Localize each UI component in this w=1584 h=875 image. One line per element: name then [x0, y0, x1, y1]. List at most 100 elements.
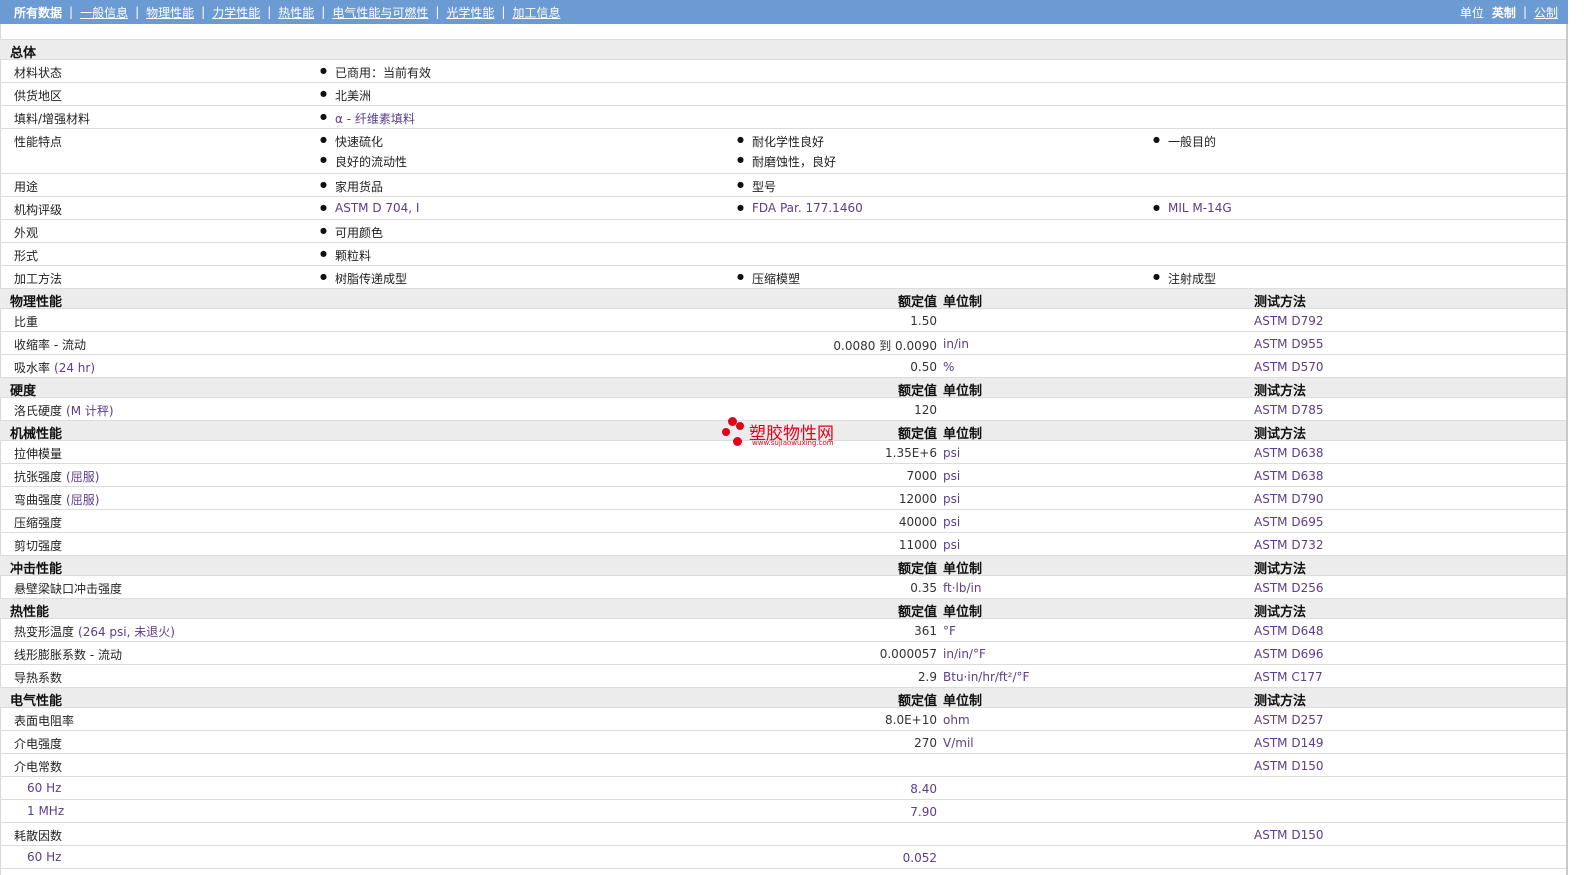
- column-header-nominal: 额定值: [897, 605, 937, 620]
- nav-general-info[interactable]: 一般信息: [80, 4, 128, 21]
- test-method-link[interactable]: ASTM D696: [1254, 647, 1323, 661]
- property-name: 表面电阻率: [14, 714, 75, 728]
- property-value: 0.0080 到 0.0090: [833, 339, 937, 353]
- property-value: 2.9: [917, 670, 937, 684]
- property-name: 热变形温度: [14, 625, 75, 639]
- test-method-link[interactable]: ASTM D790: [1254, 492, 1323, 506]
- property-label: 耗散因数: [14, 827, 62, 844]
- column-header-nominal: 额定值: [897, 427, 937, 442]
- property-name: 洛氏硬度: [14, 404, 63, 418]
- property-label: 吸水率 (24 hr): [14, 359, 95, 376]
- property-condition: (屈服): [66, 493, 100, 507]
- nav-mechanical[interactable]: 力学性能: [212, 4, 260, 21]
- bullet-link[interactable]: α - 纤维素填料: [320, 110, 415, 127]
- row-label: 外观: [14, 226, 39, 240]
- general-row-form: 形式 颗粒料: [0, 243, 1566, 266]
- nav-separator: |: [135, 5, 140, 19]
- test-method-link[interactable]: ASTM D256: [1254, 581, 1323, 595]
- nav-separator: |: [435, 5, 440, 19]
- row-label: 供货地区: [14, 89, 63, 103]
- nav-processing[interactable]: 加工信息: [512, 4, 560, 21]
- property-row: 压缩强度 40000 psi ASTM D695: [0, 510, 1566, 533]
- property-unit: psi: [943, 515, 961, 529]
- section-title: 物理性能: [10, 295, 63, 310]
- test-method-link[interactable]: ASTM D638: [1254, 446, 1323, 460]
- property-label: 介电强度: [14, 735, 62, 752]
- column-header-unit: 单位制: [943, 562, 983, 577]
- unit-metric-option[interactable]: 公制: [1534, 4, 1558, 21]
- unit-english-option[interactable]: 英制: [1492, 4, 1516, 21]
- general-row-features: 性能特点 快速硫化 耐化学性良好 一般目的 良好的流动性 耐磨蚀性，良好: [0, 129, 1566, 174]
- nav-optical[interactable]: 光学性能: [446, 4, 494, 21]
- section-title: 冲击性能: [10, 562, 63, 577]
- property-label: 洛氏硬度 (M 计秤): [14, 402, 114, 419]
- test-method-link[interactable]: ASTM C177: [1254, 670, 1323, 684]
- property-name: 介电强度: [14, 737, 63, 751]
- test-method-link[interactable]: ASTM D648: [1254, 624, 1323, 638]
- unit-switcher: 单位 英制 | 公制: [1460, 4, 1568, 21]
- property-name: 导热系数: [14, 671, 63, 685]
- section-header: 冲击性能 额定值 单位制 测试方法: [0, 556, 1566, 577]
- bullet-item: 北美洲: [320, 87, 371, 104]
- property-label: 收缩率 - 流动: [14, 336, 86, 353]
- test-method-link[interactable]: ASTM D150: [1254, 759, 1323, 773]
- property-condition: (24 hr): [54, 361, 96, 375]
- property-value: 120: [914, 403, 937, 417]
- nav-electrical[interactable]: 电气性能与可燃性: [332, 4, 428, 21]
- property-label: 拉伸模量: [14, 445, 62, 462]
- test-method-link[interactable]: ASTM D570: [1254, 360, 1323, 374]
- test-method-link[interactable]: ASTM D695: [1254, 515, 1323, 529]
- test-method-link[interactable]: ASTM D150: [1254, 828, 1323, 842]
- logo-dot: [722, 428, 730, 436]
- spacer-row: [0, 24, 1566, 40]
- property-unit: psi: [943, 538, 961, 552]
- bullet-link[interactable]: MIL M-14G: [1153, 201, 1232, 215]
- property-label: 表面电阻率: [14, 712, 74, 729]
- nav-all-data[interactable]: 所有数据: [14, 4, 62, 21]
- test-method-link[interactable]: ASTM D638: [1254, 469, 1323, 483]
- logo-dot: [733, 437, 742, 446]
- row-label: 加工方法: [14, 272, 63, 286]
- nav-thermal[interactable]: 热性能: [278, 4, 314, 21]
- bullet-link[interactable]: FDA Par. 177.1460: [737, 201, 863, 215]
- test-method-link[interactable]: ASTM D785: [1254, 403, 1323, 417]
- row-label: 材料状态: [14, 66, 63, 80]
- column-header-unit: 单位制: [943, 295, 983, 310]
- test-method-link[interactable]: ASTM D732: [1254, 538, 1323, 552]
- bullet-item: 型号: [737, 178, 776, 195]
- property-name: 60 Hz: [27, 850, 62, 864]
- bullet-item: 良好的流动性: [320, 153, 407, 170]
- property-label: 介电常数: [14, 758, 62, 775]
- property-row: 抗张强度 (屈服) 7000 psi ASTM D638: [0, 464, 1566, 487]
- property-label: 抗张强度 (屈服): [14, 468, 99, 485]
- property-unit: °F: [943, 624, 956, 638]
- property-unit: psi: [943, 446, 961, 460]
- property-name: 耗散因数: [14, 829, 63, 843]
- property-name: 压缩强度: [14, 516, 63, 530]
- property-row: 介电常数 ASTM D150: [0, 754, 1566, 777]
- test-method-link[interactable]: ASTM D149: [1254, 736, 1323, 750]
- bullet-item: 一般目的: [1153, 133, 1216, 150]
- column-header-nominal: 额定值: [897, 694, 937, 709]
- property-value: 0.50: [910, 360, 937, 374]
- property-label: 弯曲强度 (屈服): [14, 491, 99, 508]
- nav-physical[interactable]: 物理性能: [146, 4, 194, 21]
- column-header-test-method: 测试方法: [1254, 694, 1307, 709]
- property-value: 11000: [898, 538, 937, 552]
- test-method-link[interactable]: ASTM D257: [1254, 713, 1323, 727]
- general-row-appearance: 外观 可用颜色: [0, 220, 1566, 243]
- property-name: 1 MHz: [27, 804, 65, 818]
- site-watermark-logo: 塑胶物性网 www.sujiaowuxing.com: [722, 417, 852, 451]
- property-value: 12000: [898, 492, 937, 506]
- property-name: 拉伸模量: [14, 447, 63, 461]
- test-method-link[interactable]: ASTM D955: [1254, 337, 1323, 351]
- bullet-item: 家用货品: [320, 178, 383, 195]
- right-margin: [1568, 0, 1584, 875]
- nav-tabs: 所有数据 | 一般信息 | 物理性能 | 力学性能 | 热性能 | 电气性能与可…: [0, 4, 560, 21]
- property-unit: in/in: [943, 337, 969, 351]
- property-value: 40000: [898, 515, 937, 529]
- bullet-link[interactable]: ASTM D 704, I: [320, 201, 420, 215]
- test-method-link[interactable]: ASTM D792: [1254, 314, 1323, 328]
- section-header: 物理性能 额定值 单位制 测试方法: [0, 289, 1566, 310]
- property-unit: %: [943, 360, 955, 374]
